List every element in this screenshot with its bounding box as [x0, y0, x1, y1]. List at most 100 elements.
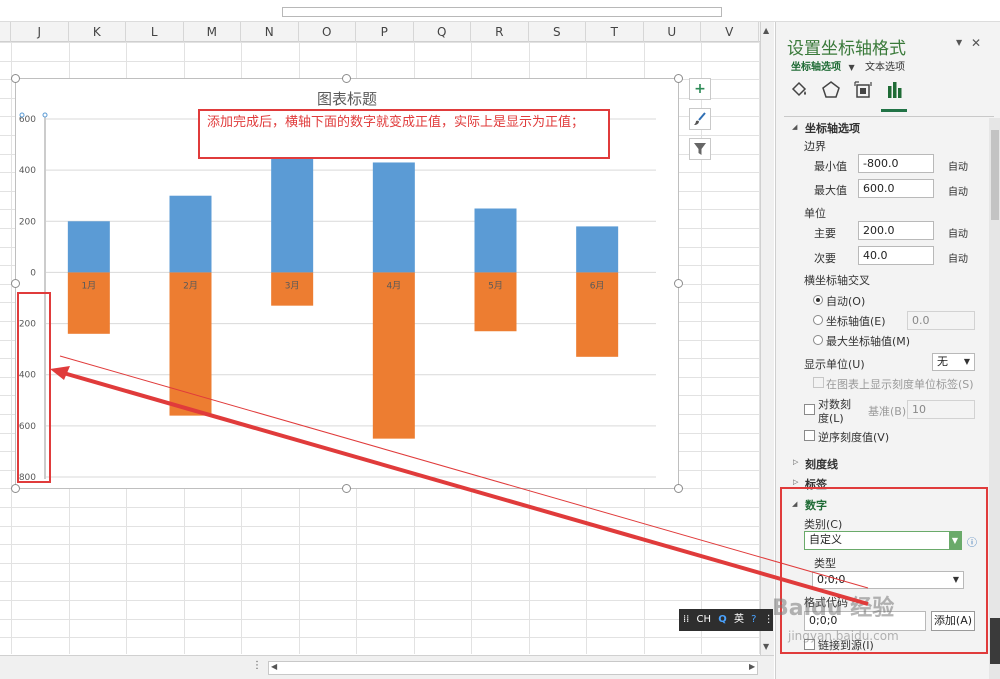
- chart-styles-button[interactable]: [689, 108, 711, 130]
- category-label[interactable]: 3月: [285, 280, 300, 291]
- tab-text-options[interactable]: 文本选项: [865, 58, 905, 73]
- y-tick-label[interactable]: 0: [30, 268, 36, 278]
- help-icon[interactable]: ?: [751, 614, 756, 625]
- bar-positive[interactable]: [474, 208, 517, 273]
- category-label[interactable]: 5月: [488, 280, 503, 291]
- cross-auto-label[interactable]: 自动(O): [826, 293, 865, 309]
- paint-bucket-icon[interactable]: [788, 80, 810, 102]
- scroll-down-icon[interactable]: ▼: [763, 642, 769, 651]
- resize-handle-top-right[interactable]: [674, 74, 683, 83]
- log-base-input[interactable]: 10: [907, 400, 975, 419]
- ime-language[interactable]: CH: [697, 614, 712, 625]
- expand-triangle-icon[interactable]: ◢: [792, 123, 797, 131]
- min-auto-button[interactable]: 自动: [948, 158, 968, 173]
- resize-handle-right[interactable]: [674, 279, 683, 288]
- pentagon-icon[interactable]: [820, 80, 842, 102]
- minor-auto-button[interactable]: 自动: [948, 250, 968, 265]
- column-header[interactable]: V: [701, 22, 759, 42]
- reverse-order-checkbox[interactable]: [804, 430, 815, 441]
- y-tick-label[interactable]: 400: [19, 166, 36, 176]
- y-tick-label[interactable]: 600: [19, 422, 36, 432]
- column-header[interactable]: J: [11, 22, 69, 42]
- y-tick-label[interactable]: 800: [19, 473, 36, 483]
- scroll-right-icon[interactable]: ▶: [749, 662, 755, 671]
- section-number[interactable]: 数字: [805, 497, 827, 513]
- min-value-input[interactable]: -800.0: [858, 154, 934, 173]
- section-axis-options[interactable]: 坐标轴选项: [805, 120, 860, 136]
- minor-unit-input[interactable]: 40.0: [858, 246, 934, 265]
- column-header[interactable]: [0, 22, 11, 42]
- bar-negative[interactable]: [372, 272, 415, 439]
- ime-logo-icon[interactable]: Q: [718, 614, 727, 625]
- show-units-checkbox[interactable]: [813, 377, 824, 388]
- info-icon[interactable]: ⓘ: [967, 534, 977, 549]
- sheet-splitter-icon[interactable]: ⋮: [252, 660, 262, 671]
- expand-triangle-icon[interactable]: ◢: [792, 500, 797, 508]
- chart-filters-button[interactable]: [689, 138, 711, 160]
- chart-elements-button[interactable]: +: [689, 78, 711, 100]
- bar-positive[interactable]: [271, 144, 314, 273]
- section-tick-marks[interactable]: 刻度线: [805, 456, 838, 472]
- bar-negative[interactable]: [169, 272, 212, 416]
- column-header[interactable]: T: [586, 22, 644, 42]
- column-header[interactable]: P: [356, 22, 414, 42]
- resize-handle-bottom-left[interactable]: [11, 484, 20, 493]
- category-label[interactable]: 4月: [386, 280, 401, 291]
- cross-max-radio[interactable]: [813, 335, 823, 345]
- cross-auto-radio[interactable]: [813, 295, 823, 305]
- reverse-order-label[interactable]: 逆序刻度值(V): [818, 429, 889, 445]
- bar-chart-icon[interactable]: [884, 80, 906, 102]
- log-scale-checkbox[interactable]: [804, 404, 815, 415]
- ime-mode[interactable]: 英: [734, 614, 744, 625]
- cross-max-label[interactable]: 最大坐标轴值(M): [826, 333, 910, 349]
- horizontal-scroll-thumb[interactable]: [282, 7, 722, 17]
- tab-axis-options[interactable]: 坐标轴选项 ▼: [791, 58, 855, 73]
- resize-handle-top[interactable]: [342, 74, 351, 83]
- pane-scroll-thumb[interactable]: [991, 130, 999, 220]
- max-auto-button[interactable]: 自动: [948, 183, 968, 198]
- column-header[interactable]: R: [471, 22, 529, 42]
- chart-title[interactable]: 图表标题: [16, 88, 678, 109]
- column-header[interactable]: S: [529, 22, 586, 42]
- collapse-triangle-icon[interactable]: ▷: [793, 458, 798, 466]
- major-auto-button[interactable]: 自动: [948, 225, 968, 240]
- column-header[interactable]: O: [299, 22, 356, 42]
- category-label[interactable]: 6月: [590, 280, 605, 291]
- column-header[interactable]: U: [644, 22, 701, 42]
- display-units-select[interactable]: 无 ▼: [932, 353, 975, 371]
- bar-positive[interactable]: [576, 226, 619, 273]
- axis-selection-handle[interactable]: [19, 112, 25, 118]
- resize-handle-top-left[interactable]: [11, 74, 20, 83]
- resize-handle-bottom[interactable]: [342, 484, 351, 493]
- close-icon[interactable]: ✕: [971, 36, 981, 50]
- category-label[interactable]: 2月: [183, 280, 198, 291]
- column-header[interactable]: M: [184, 22, 241, 42]
- scroll-left-icon[interactable]: ◀: [271, 662, 277, 671]
- column-header[interactable]: L: [126, 22, 184, 42]
- vertical-scrollbar[interactable]: ▲ ▼: [760, 22, 774, 657]
- y-tick-label[interactable]: 200: [19, 320, 36, 330]
- size-properties-icon[interactable]: [852, 80, 874, 102]
- max-value-input[interactable]: 600.0: [858, 179, 934, 198]
- column-header[interactable]: K: [69, 22, 126, 42]
- y-tick-label[interactable]: 200: [19, 217, 36, 227]
- column-header[interactable]: N: [241, 22, 299, 42]
- major-unit-input[interactable]: 200.0: [858, 221, 934, 240]
- bar-positive[interactable]: [67, 221, 110, 273]
- horizontal-scroll-track[interactable]: [268, 661, 758, 675]
- bar-positive[interactable]: [169, 195, 212, 273]
- cross-value-radio[interactable]: [813, 315, 823, 325]
- type-select[interactable]: 0;0;0 ▼: [812, 571, 964, 589]
- axis-selection-handle[interactable]: [42, 112, 48, 118]
- category-label[interactable]: 1月: [81, 280, 96, 291]
- resize-handle-left[interactable]: [11, 279, 20, 288]
- scroll-up-icon[interactable]: ▲: [763, 26, 769, 35]
- ime-toolbar[interactable]: ⁞⁞ CH Q 英 ? ⋮: [679, 609, 774, 631]
- pane-options-icon[interactable]: ▼: [956, 38, 962, 47]
- y-tick-label[interactable]: 400: [19, 371, 36, 381]
- cross-value-label[interactable]: 坐标轴值(E): [826, 313, 886, 329]
- column-header[interactable]: Q: [414, 22, 471, 42]
- cross-value-input[interactable]: 0.0: [907, 311, 975, 330]
- collapse-triangle-icon[interactable]: ▷: [793, 478, 798, 486]
- category-select[interactable]: 自定义 ▼: [804, 531, 962, 550]
